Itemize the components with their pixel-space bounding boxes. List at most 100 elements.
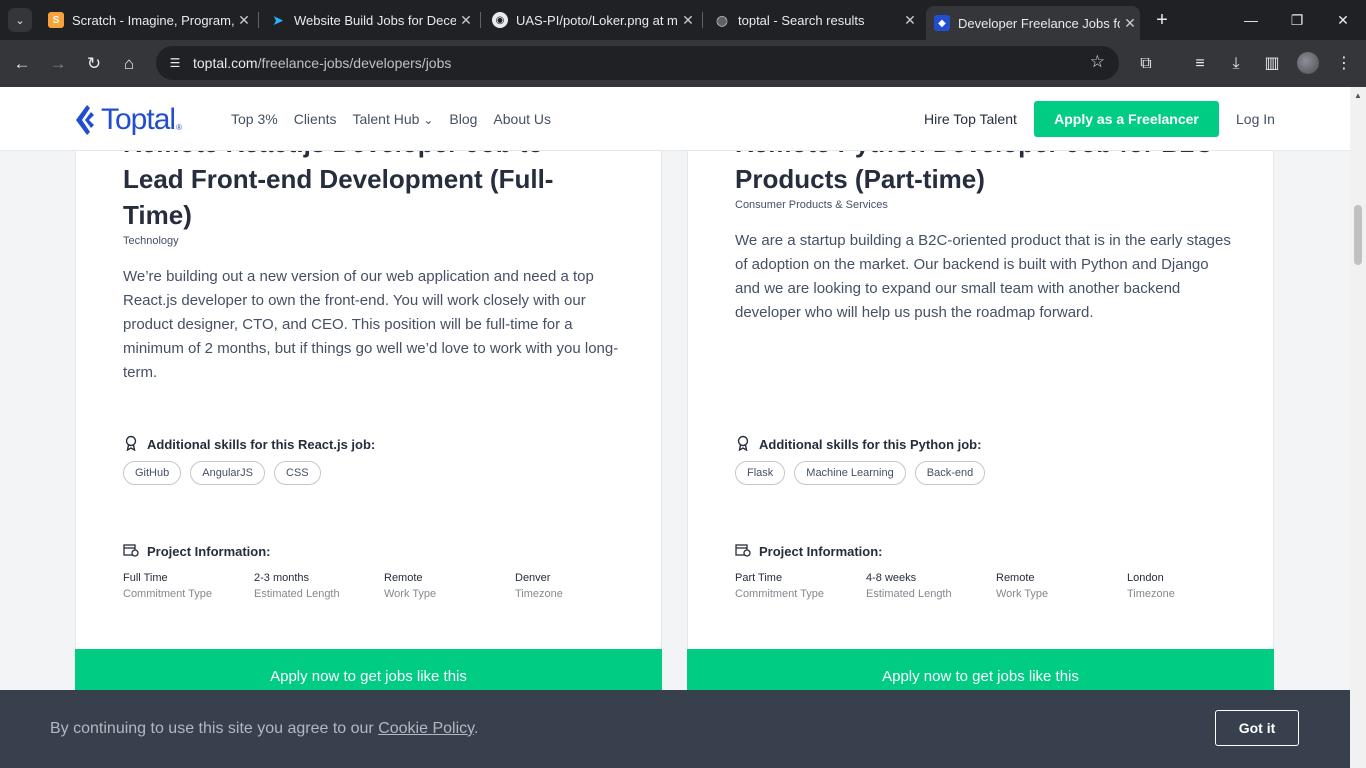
skills-heading: Additional skills for this React.js job:	[123, 435, 375, 454]
skill-tag[interactable]: Back-end	[914, 461, 986, 485]
info-length: 4-8 weeks Estimated Length	[866, 570, 952, 602]
nav-blog[interactable]: Blog	[449, 111, 477, 127]
github-icon: ◉	[492, 12, 508, 28]
extensions-icon[interactable]: ⧉	[1134, 52, 1158, 76]
skill-tags: GitHub AngularJS CSS	[123, 461, 330, 485]
profile-avatar[interactable]	[1297, 52, 1319, 74]
site-info-icon[interactable]: ☰	[166, 54, 184, 72]
url-path: /freelance-jobs/developers/jobs	[257, 55, 452, 71]
tab-title: Scratch - Imagine, Program,	[72, 12, 234, 28]
nav-talent-hub[interactable]: Talent Hub ⌄	[353, 111, 434, 127]
globe-icon: ◍	[715, 11, 729, 28]
nav-talent-hub-label: Talent Hub	[352, 111, 420, 127]
home-icon[interactable]: ⌂	[117, 52, 141, 76]
info-label: Work Type	[996, 588, 1049, 600]
info-label: Timezone	[1127, 588, 1175, 600]
info-label: Commitment Type	[123, 588, 213, 600]
cookie-policy-link[interactable]: Cookie Policy	[378, 720, 474, 737]
hire-top-talent-link[interactable]: Hire Top Talent	[924, 111, 1017, 127]
skills-heading: Additional skills for this Python job:	[735, 435, 981, 454]
award-ribbon-icon	[735, 435, 751, 454]
tab-search-chevron-icon[interactable]: ⌄	[8, 8, 32, 32]
address-bar[interactable]: ☰ toptal.com/freelance-jobs/developers/j…	[156, 46, 1119, 80]
tab-title: Website Build Jobs for Decen	[294, 12, 456, 28]
skills-heading-text: Additional skills for this Python job:	[759, 437, 982, 452]
logo-registered-mark: ®	[176, 122, 182, 132]
job-description: We are a startup building a B2C-oriented…	[735, 232, 1231, 321]
job-title-line: Products (Part-time)	[735, 164, 985, 194]
skill-tag[interactable]: Machine Learning	[794, 461, 906, 485]
skill-tag[interactable]: CSS	[274, 461, 321, 485]
nav-top-3[interactable]: Top 3%	[231, 111, 278, 127]
got-it-button[interactable]: Got it	[1215, 710, 1299, 746]
info-value: Denver	[515, 572, 551, 584]
tab-title: UAS-PI/poto/Loker.png at m	[516, 12, 678, 28]
page-viewport: Toptal ® Top 3% Clients Talent Hub ⌄ Blo…	[0, 87, 1350, 768]
info-commitment: Full Time Commitment Type	[123, 570, 212, 602]
browser-tab[interactable]: ◍ toptal - Search results ✕	[706, 6, 920, 34]
info-label: Work Type	[384, 588, 437, 600]
info-value: Remote	[996, 572, 1035, 584]
log-in-link[interactable]: Log In	[1236, 111, 1275, 127]
nav-about-us[interactable]: About Us	[493, 111, 551, 127]
toptal-logo-mark-icon	[76, 105, 94, 135]
forward-arrow-icon[interactable]: →	[46, 52, 70, 76]
skills-heading-text: Additional skills for this React.js job:	[147, 437, 376, 452]
job-industry: Consumer Products & Services	[735, 199, 888, 211]
skill-tag[interactable]: GitHub	[123, 461, 182, 485]
close-icon[interactable]: ✕	[900, 12, 920, 29]
browser-tab[interactable]: ◉ UAS-PI/poto/Loker.png at m ✕	[484, 6, 698, 34]
info-value: Remote	[384, 572, 423, 584]
apply-freelancer-button[interactable]: Apply as a Freelancer	[1034, 101, 1219, 137]
job-description: We’re building out a new version of our …	[123, 268, 619, 381]
scratch-icon: S	[48, 12, 64, 28]
download-icon[interactable]: ⤓	[1224, 52, 1248, 76]
skill-tag[interactable]: AngularJS	[190, 461, 266, 485]
job-industry: Technology	[123, 235, 179, 247]
calendar-check-icon	[123, 543, 139, 560]
info-value: 2-3 months	[254, 572, 310, 584]
browser-tab[interactable]: S Scratch - Imagine, Program, ✕	[40, 6, 254, 34]
close-icon[interactable]: ✕	[234, 12, 254, 29]
restore-icon[interactable]: ❐	[1282, 8, 1312, 32]
url-text[interactable]: toptal.com/freelance-jobs/developers/job…	[193, 55, 451, 71]
browser-tab[interactable]: ➤ Website Build Jobs for Decen ✕	[262, 6, 476, 34]
browser-tab-active[interactable]: ◆ Developer Freelance Jobs fo ✕	[926, 6, 1140, 40]
job-title-line: Time)	[123, 200, 192, 230]
minimize-icon[interactable]: —	[1236, 8, 1266, 32]
scroll-up-arrow-icon[interactable]: ▲	[1354, 91, 1362, 100]
close-icon[interactable]: ✕	[678, 12, 698, 29]
skill-tag[interactable]: Flask	[735, 461, 786, 485]
close-icon[interactable]: ✕	[456, 12, 476, 29]
award-ribbon-icon	[123, 435, 139, 454]
project-info-heading: Project Information:	[123, 543, 271, 560]
new-tab-icon[interactable]: +	[1150, 8, 1174, 32]
nav-clients[interactable]: Clients	[294, 111, 337, 127]
close-icon[interactable]: ✕	[1120, 15, 1140, 32]
tab-divider	[480, 12, 481, 28]
side-panel-icon[interactable]: ▥	[1260, 52, 1284, 76]
back-arrow-icon[interactable]: ←	[10, 52, 34, 76]
info-label: Estimated Length	[866, 588, 952, 600]
main-nav: Top 3% Clients Talent Hub ⌄ Blog About U…	[231, 111, 567, 127]
menu-kebab-icon[interactable]: ⋮	[1332, 52, 1356, 76]
close-window-icon[interactable]: ✕	[1328, 8, 1358, 32]
bookmark-star-icon[interactable]: ☆	[1090, 52, 1105, 72]
info-work-type: Remote Work Type	[384, 570, 436, 602]
info-work-type: Remote Work Type	[996, 570, 1048, 602]
toptal-logo[interactable]: Toptal ®	[74, 103, 182, 137]
page-scrollbar[interactable]: ▲	[1350, 87, 1366, 768]
reload-icon[interactable]: ↻	[82, 52, 106, 76]
cookie-message-end: .	[473, 720, 479, 737]
info-value: London	[1127, 572, 1164, 584]
toptal-icon: ◆	[934, 15, 950, 31]
scrollbar-thumb[interactable]	[1354, 205, 1362, 265]
info-timezone: Denver Timezone	[515, 570, 563, 602]
job-title-line: Lead Front-end Development (Full-	[123, 164, 554, 194]
tab-title: Developer Freelance Jobs fo	[958, 15, 1120, 31]
logo-text: Toptal	[101, 103, 176, 136]
project-info-heading: Project Information:	[735, 543, 883, 560]
freelancer-icon: ➤	[272, 11, 284, 28]
browser-tab-bar: ⌄ S Scratch - Imagine, Program, ✕ ➤ Webs…	[0, 0, 1366, 40]
media-control-icon[interactable]: ≡	[1188, 52, 1212, 76]
